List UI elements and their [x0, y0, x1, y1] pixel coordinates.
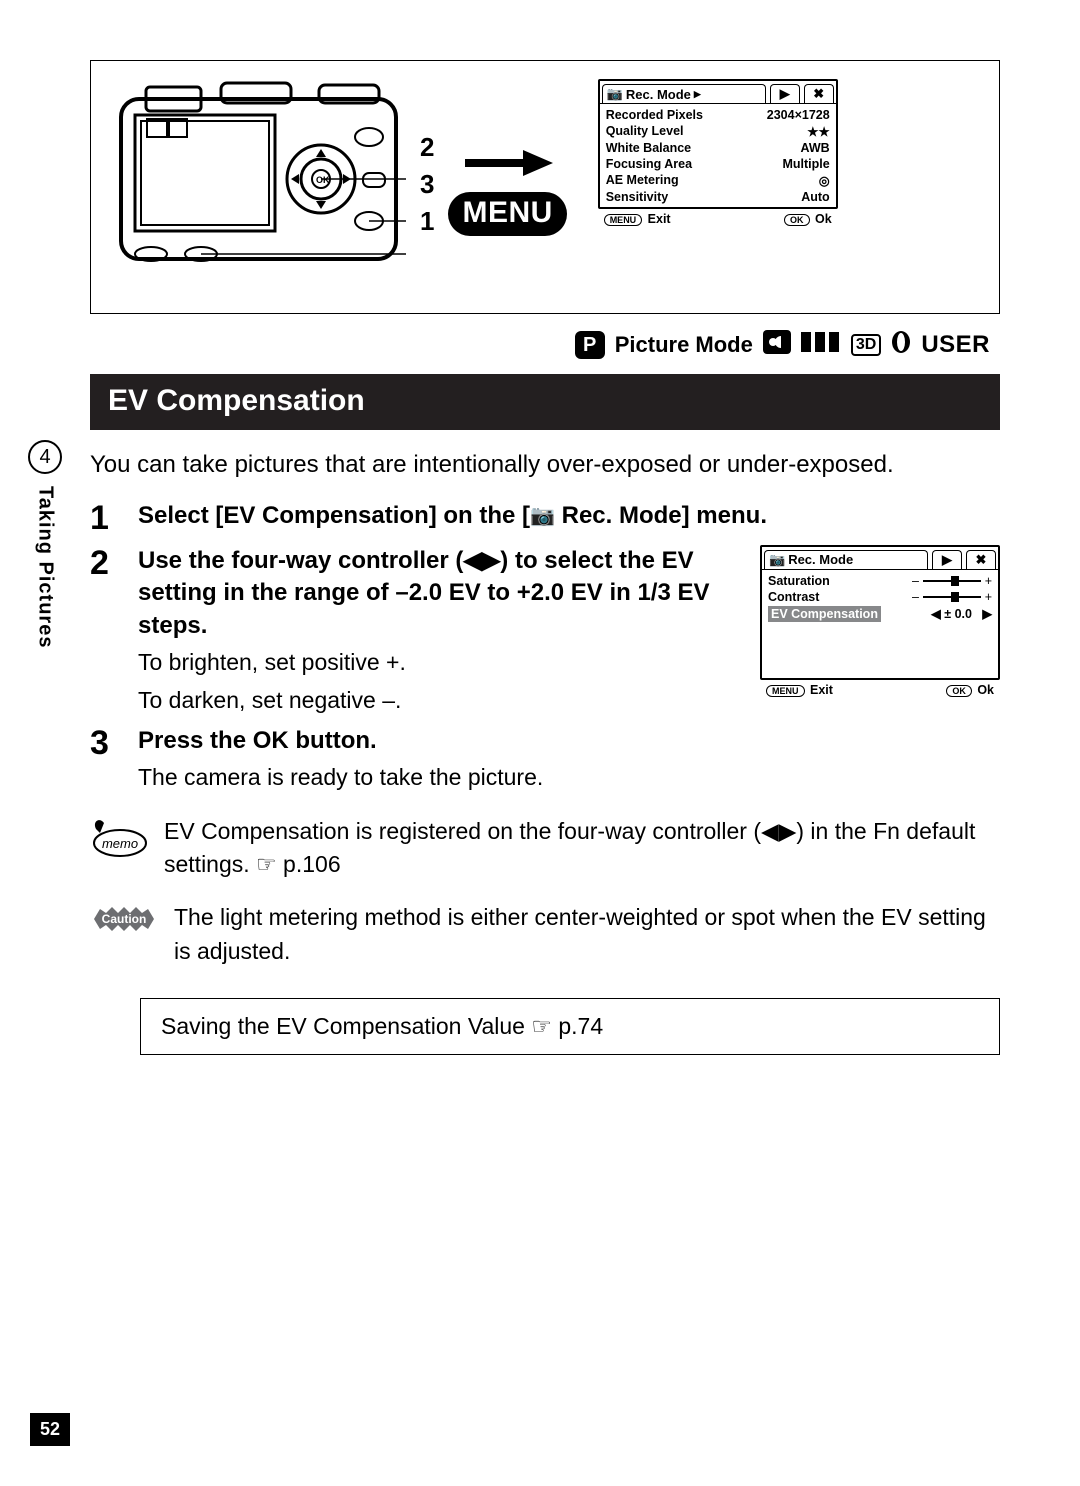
caution-icon: Caution [90, 901, 158, 937]
caution-note: Caution The light metering method is eit… [90, 901, 1000, 968]
memo-icon: memo [90, 815, 148, 859]
playback-icon: ▶ [942, 552, 952, 568]
lcd-tab-playback: ▶ [770, 84, 800, 103]
triangle-right-icon: ▶ [694, 89, 701, 100]
camera-icon: 📷 [769, 552, 785, 568]
lcd-ev-comp-menu: 📷 Rec. Mode ▶ ✖ Saturation –+ [760, 545, 1000, 680]
step-3: 3 Press the OK button. The camera is rea… [90, 725, 1000, 795]
step-1-number: 1 [90, 500, 120, 537]
lcd-ok: OK Ok [784, 212, 832, 226]
lcd-tab-playback: ▶ [932, 550, 962, 569]
contrast-slider: –+ [912, 590, 992, 604]
setup-tools-icon: ✖ [813, 86, 824, 102]
lcd-row-white-balance: White Balance AWB [606, 140, 830, 156]
intro-paragraph: You can take pictures that are intention… [90, 448, 1000, 482]
setup-tools-icon: ✖ [976, 552, 987, 568]
lcd-row-focusing-area: Focusing Area Multiple [606, 156, 830, 172]
lcd-tab-label: Rec. Mode [626, 87, 691, 102]
lcd-tab-label: Rec. Mode [788, 552, 853, 567]
saturation-slider: –+ [912, 574, 992, 588]
ok-oval-icon: OK [946, 685, 972, 697]
diagram-step-labels: 2 3 1 [420, 79, 434, 289]
camera-icon: 📷 [530, 503, 555, 530]
lcd-row-recorded-pixels: Recorded Pixels 2304×1728 [606, 107, 830, 123]
lcd-row-ev-compensation: EV Compensation ◀ ± 0.0 ▶ [768, 605, 992, 623]
camera-icon: 📷 [607, 86, 623, 102]
step-1-title: Select [EV Compensation] on the [📷 Rec. … [138, 500, 1000, 532]
lcd-tab-setup: ✖ [966, 550, 996, 569]
lcd-ok: OK Ok [946, 683, 994, 697]
lcd-tab-rec-mode: 📷 Rec. Mode [764, 550, 928, 569]
movie-frames-icon [801, 330, 841, 360]
arrow-right-icon [463, 148, 553, 178]
memo-text: EV Compensation is registered on the fou… [164, 815, 1000, 882]
caution-text: The light metering method is either cent… [174, 901, 1000, 968]
svg-text:OK: OK [316, 175, 330, 185]
diagram-panel: OK [90, 60, 1000, 314]
filter-icon [891, 330, 911, 360]
section-title: EV Compensation [90, 374, 1000, 430]
step-2-sub2: To darken, set negative –. [138, 684, 740, 717]
svg-text:Caution: Caution [102, 912, 147, 926]
chapter-number: 4 [28, 440, 62, 474]
diagram-step-3: 3 [420, 169, 434, 200]
step-2: 2 Use the four-way controller (◀▶) to se… [90, 545, 1000, 717]
chapter-side-tab: 4 Taking Pictures [28, 440, 62, 648]
step-1: 1 Select [EV Compensation] on the [📷 Rec… [90, 500, 1000, 537]
lcd-row-quality-level: Quality Level ★★ [606, 123, 830, 140]
step-3-sub: The camera is ready to take the picture. [138, 761, 1000, 794]
menu-oval-icon: MENU [766, 685, 805, 697]
lcd-tab-rec-mode: 📷 Rec. Mode ▶ [602, 84, 766, 103]
step-2-title: Use the four-way controller (◀▶) to sele… [138, 545, 740, 642]
mode-strip-label: Picture Mode [615, 332, 753, 358]
lcd-rec-mode-menu: 📷 Rec. Mode ▶ ▶ ✖ Recorded Pixels 2304×1… [598, 79, 838, 209]
step-2-number: 2 [90, 545, 120, 582]
ev-comp-value: ◀ ± 0.0 ▶ [931, 606, 992, 622]
svg-text:memo: memo [102, 836, 138, 851]
lcd-exit: MENU Exit [766, 683, 833, 697]
menu-button-illustration: MENU [448, 192, 566, 236]
playback-icon: ▶ [780, 86, 790, 102]
ok-oval-icon: OK [784, 214, 810, 226]
three-d-icon: 3D [851, 334, 881, 356]
chapter-label: Taking Pictures [34, 486, 57, 648]
menu-button-label: MENU [462, 196, 552, 229]
p-mode-icon: P [575, 331, 605, 359]
lcd-row-saturation: Saturation –+ [768, 573, 992, 589]
reference-box: Saving the EV Compensation Value ☞ p.74 [140, 998, 1000, 1055]
page-number: 52 [30, 1413, 70, 1446]
ev-comp-highlighted: EV Compensation [768, 606, 881, 622]
step-2-sub1: To brighten, set positive +. [138, 646, 740, 679]
lcd-row-contrast: Contrast –+ [768, 589, 992, 605]
lcd-row-ae-metering: AE Metering ◎ [606, 172, 830, 189]
lcd-exit: MENU Exit [604, 212, 671, 226]
menu-oval-icon: MENU [604, 214, 643, 226]
lcd-tab-setup: ✖ [804, 84, 834, 103]
lcd-row-sensitivity: Sensitivity Auto [606, 189, 830, 205]
diagram-step-1: 1 [420, 206, 434, 237]
memo-note: memo EV Compensation is registered on th… [90, 815, 1000, 882]
user-mode-label: USER [921, 331, 990, 359]
step-3-title: Press the OK button. [138, 725, 1000, 757]
night-portrait-icon [763, 330, 791, 360]
step-3-number: 3 [90, 725, 120, 762]
mode-strip: P Picture Mode 3D USER [90, 330, 990, 360]
camera-illustration: OK [111, 79, 406, 289]
diagram-step-2: 2 [420, 132, 434, 163]
